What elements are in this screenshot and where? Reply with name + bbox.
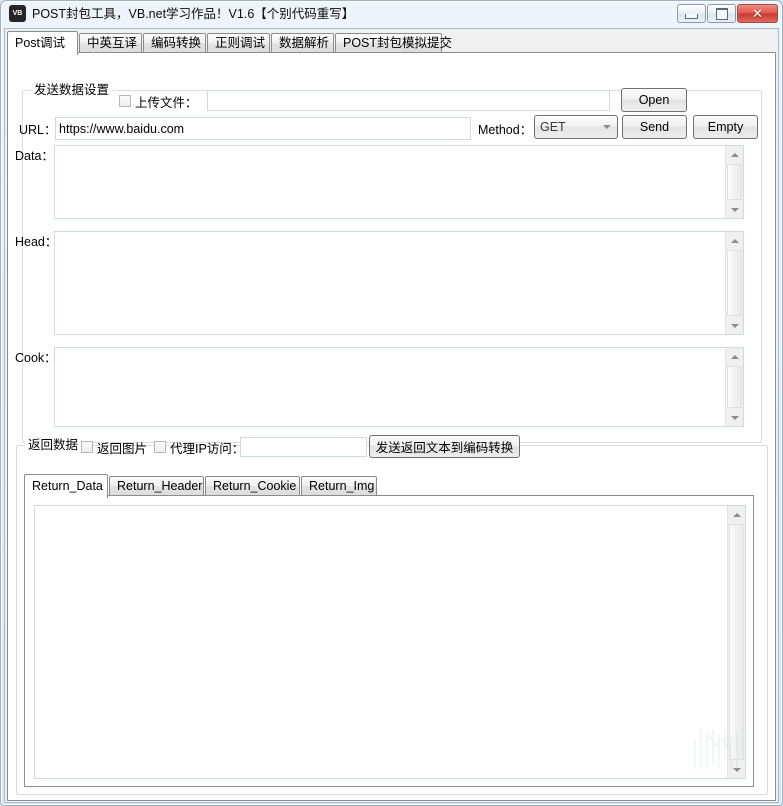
- tab-return-img[interactable]: Return_Img: [301, 476, 377, 496]
- scroll-up-icon[interactable]: [728, 506, 745, 523]
- head-scrollbar[interactable]: [725, 232, 743, 334]
- proxy-ip-checkbox[interactable]: 代理IP访问：: [154, 439, 245, 456]
- upload-path-input[interactable]: [207, 90, 610, 111]
- upload-file-checkbox[interactable]: 上传文件：: [119, 93, 198, 110]
- scrollbar-thumb[interactable]: [729, 524, 744, 760]
- scroll-up-icon[interactable]: [726, 232, 743, 249]
- tab-return-cookie[interactable]: Return_Cookie: [205, 476, 300, 496]
- send-button[interactable]: Send: [622, 115, 687, 139]
- cook-scrollbar[interactable]: [725, 348, 743, 426]
- minimize-button[interactable]: [677, 4, 706, 23]
- tab-translate[interactable]: 中英互译: [79, 33, 142, 53]
- cook-textarea[interactable]: [54, 347, 744, 427]
- return-data-scrollbar[interactable]: [727, 506, 745, 778]
- minimize-icon: [678, 5, 705, 22]
- tab-page-post-debug: 发送数据设置 上传文件： Open URL： Method： GET Send …: [7, 52, 776, 801]
- close-icon: ✕: [752, 6, 763, 21]
- return-tab-strip: Return_Data Return_Header Return_Cookie …: [24, 474, 754, 498]
- return-data-textarea[interactable]: [34, 505, 746, 779]
- return-data-group-label: 返回数据: [25, 438, 82, 452]
- method-dropdown[interactable]: GET: [534, 115, 618, 139]
- cook-textarea-value: [55, 348, 726, 426]
- tab-post-debug[interactable]: Post调试: [7, 31, 78, 55]
- window-title: POST封包工具，VB.net学习作品！V1.6【个别代码重写】: [32, 7, 355, 21]
- application-window: VB POST封包工具，VB.net学习作品！V1.6【个别代码重写】 ✕ Po…: [0, 0, 783, 806]
- client-area: Post调试 中英互译 编码转换 正则调试 数据解析 POST封包模拟提交 发送…: [4, 28, 779, 803]
- method-label: Method：: [478, 123, 533, 137]
- scroll-down-icon[interactable]: [726, 409, 743, 426]
- main-tab-strip: Post调试 中英互译 编码转换 正则调试 数据解析 POST封包模拟提交: [7, 31, 776, 55]
- chevron-down-icon: [603, 116, 611, 138]
- app-icon: VB: [9, 5, 26, 22]
- url-label: URL：: [19, 123, 57, 137]
- tab-data-parse[interactable]: 数据解析: [271, 33, 334, 53]
- head-textarea[interactable]: [54, 231, 744, 335]
- head-textarea-value: [55, 232, 726, 334]
- scroll-up-icon[interactable]: [726, 348, 743, 365]
- return-image-label: 返回图片: [97, 441, 148, 456]
- return-tab-page: [24, 495, 754, 787]
- tab-return-data[interactable]: Return_Data: [24, 474, 108, 498]
- return-image-checkbox[interactable]: 返回图片: [81, 439, 148, 456]
- data-scrollbar[interactable]: [725, 146, 743, 218]
- tab-post-simulate[interactable]: POST封包模拟提交: [335, 33, 452, 53]
- tab-regex[interactable]: 正则调试: [207, 33, 270, 53]
- url-input[interactable]: [55, 117, 471, 140]
- scrollbar-thumb[interactable]: [727, 250, 742, 316]
- cook-label: Cook：: [15, 351, 57, 365]
- send-text-to-encoder-button[interactable]: 发送返回文本到编码转换: [369, 435, 520, 458]
- title-bar[interactable]: VB POST封包工具，VB.net学习作品！V1.6【个别代码重写】 ✕: [1, 1, 782, 27]
- data-label: Data：: [15, 149, 54, 163]
- data-textarea[interactable]: [54, 145, 744, 219]
- checkbox-box-icon: [81, 441, 93, 453]
- scroll-up-icon[interactable]: [726, 146, 743, 163]
- send-data-group-label: 发送数据设置: [31, 83, 113, 97]
- scroll-down-icon[interactable]: [726, 201, 743, 218]
- tab-return-header[interactable]: Return_Header: [109, 476, 204, 496]
- maximize-button[interactable]: [707, 4, 736, 23]
- close-button[interactable]: ✕: [737, 4, 778, 23]
- data-textarea-value: [55, 146, 726, 218]
- open-button[interactable]: Open: [621, 88, 687, 112]
- maximize-icon: [708, 5, 735, 22]
- scroll-down-icon[interactable]: [728, 761, 745, 778]
- checkbox-box-icon: [154, 441, 166, 453]
- empty-button[interactable]: Empty: [693, 115, 758, 139]
- upload-file-label: 上传文件：: [135, 95, 198, 110]
- scrollbar-thumb[interactable]: [727, 164, 742, 200]
- proxy-ip-label: 代理IP访问：: [170, 441, 245, 456]
- scrollbar-thumb[interactable]: [727, 366, 742, 408]
- checkbox-box-icon: [119, 95, 131, 107]
- head-label: Head：: [15, 235, 58, 249]
- tab-encoding[interactable]: 编码转换: [143, 33, 206, 53]
- method-value: GET: [540, 120, 566, 134]
- scroll-down-icon[interactable]: [726, 317, 743, 334]
- return-data-value: [35, 506, 728, 778]
- proxy-ip-input[interactable]: [240, 437, 367, 457]
